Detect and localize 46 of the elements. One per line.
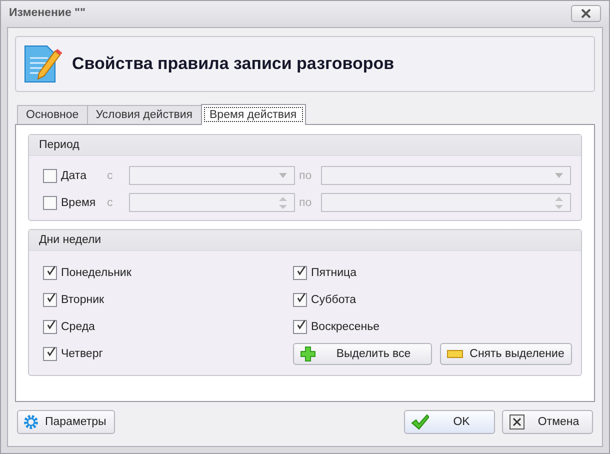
checkbox-label: Вторник (61, 294, 104, 306)
checkbox-label: Понедельник (61, 266, 132, 278)
checkbox-label: Среда (61, 320, 95, 332)
checkbox[interactable] (293, 266, 307, 280)
close-button[interactable] (571, 4, 601, 22)
dropdown-arrow-icon (279, 173, 287, 178)
checkbox-label: Время (61, 196, 97, 208)
clear-selection-button[interactable]: Снять выделение (440, 342, 572, 364)
document-edit-icon (22, 44, 62, 84)
checkbox-label: Четверг (61, 348, 103, 360)
from-label: с (107, 196, 114, 208)
checkbox[interactable] (43, 266, 57, 280)
spinner-icon (555, 196, 563, 210)
checkbox[interactable] (293, 292, 307, 306)
dialog-heading: Свойства правила записи разговоров (72, 54, 394, 74)
settings-button[interactable]: Параметры (17, 410, 116, 434)
from-label: с (107, 170, 114, 182)
input-field[interactable] (321, 166, 571, 185)
settings-icon (23, 414, 39, 430)
dropdown-arrow-icon (555, 173, 563, 178)
close-icon (509, 414, 525, 430)
group-title: Период (39, 139, 80, 151)
ok-button[interactable]: OK (404, 410, 495, 434)
checkbox[interactable] (43, 320, 57, 334)
minus-icon (447, 350, 463, 358)
input-field[interactable] (321, 193, 571, 212)
checkbox[interactable] (43, 346, 57, 360)
checkbox[interactable] (293, 320, 307, 334)
plus-icon (300, 346, 316, 362)
checkbox-label: Суббота (311, 294, 356, 306)
spinner-icon (279, 196, 287, 210)
tab[interactable]: Время действия (200, 104, 306, 125)
tab[interactable]: Условия действия (86, 105, 202, 124)
window-title: Изменение "" (9, 7, 86, 19)
to-label: по (299, 170, 313, 182)
group-title: Дни недели (39, 234, 102, 246)
checkbox-label: Воскресенье (311, 320, 380, 332)
checkbox-label: Дата (61, 170, 88, 182)
tab[interactable]: Основное (17, 105, 88, 124)
to-label: по (299, 196, 313, 208)
cancel-button[interactable]: Отмена (502, 410, 593, 434)
checkbox[interactable] (43, 292, 57, 306)
checkmark-icon (411, 414, 429, 430)
checkbox-label: Пятница (311, 266, 357, 278)
select-all-button[interactable]: Выделить все (293, 342, 432, 364)
close-icon (581, 8, 591, 18)
